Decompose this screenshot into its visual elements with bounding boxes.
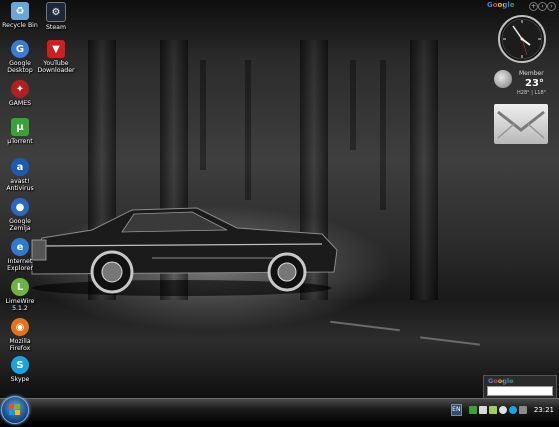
internet-explorer-icon: e	[11, 238, 29, 256]
road-marking	[330, 320, 400, 332]
limewire-icon: L	[11, 278, 29, 296]
utorrent-icon: µ	[11, 118, 29, 136]
add-gadget-button[interactable]: +	[529, 2, 538, 11]
games-icon: ✦	[11, 80, 29, 98]
taskbar: EN 23:21	[0, 396, 559, 424]
weather-location: Member	[519, 70, 544, 77]
road-marking	[420, 336, 480, 346]
recycle-bin-icon: ♻	[11, 2, 29, 20]
desktop-icon-label: avast! Antivirus	[6, 178, 34, 192]
desktop-icon-label: Skype	[10, 376, 30, 383]
desktop-icon-label: GAMES	[8, 100, 32, 107]
google-logo: Google	[488, 377, 514, 385]
desktop-icon-skype[interactable]: S Skype	[0, 356, 40, 383]
desktop-icon-label: LimeWire 5.1.2	[5, 298, 35, 312]
avast-icon: a	[11, 158, 29, 176]
windows-sidebar: Google + ‹ › Member 23° H28° | L18°	[485, 0, 559, 398]
youtube-downloader-icon: ▼	[47, 40, 65, 58]
desktop-icon-label: Mozilla Firefox	[9, 338, 31, 352]
desktop-icon-label: YouTube Downloader	[37, 60, 75, 74]
desktop-icon-google-desktop[interactable]: G Google Desktop	[0, 40, 40, 74]
desktop-icon-limewire[interactable]: L LimeWire 5.1.2	[0, 278, 40, 312]
desktop-icon-steam[interactable]: ⚙ Steam	[36, 2, 76, 31]
language-indicator[interactable]: EN	[450, 404, 462, 416]
weather-high-low: H28° | L18°	[517, 90, 547, 96]
google-search-gadget: Google	[483, 375, 557, 398]
windows-logo-icon	[9, 404, 20, 415]
mail-envelope-icon	[497, 110, 545, 139]
desktop-icon-youtube-downloader[interactable]: ▼ YouTube Downloader	[36, 40, 76, 74]
safely-remove-tray-icon[interactable]	[518, 406, 527, 414]
taskbar-clock[interactable]: 23:21	[534, 406, 554, 414]
google-search-input[interactable]	[487, 386, 553, 396]
weather-gadget[interactable]: Member 23° H28° | L18°	[493, 68, 557, 98]
moon-icon	[494, 70, 512, 88]
system-tray: EN 23:21	[450, 399, 559, 421]
clock-gadget[interactable]	[497, 14, 547, 64]
limewire-tray-icon[interactable]	[488, 406, 497, 414]
desktop-icon-recycle-bin[interactable]: ♻ Recycle Bin	[0, 2, 40, 29]
steam-icon: ⚙	[46, 2, 66, 22]
desktop-icon-label: µTorrent	[7, 138, 33, 145]
desktop-wallpaper: ♻ Recycle Bin ⚙ Steam G Google Desktop ▼…	[0, 0, 559, 398]
prev-gadget-button[interactable]: ‹	[538, 2, 547, 11]
wall-streak	[245, 60, 251, 200]
weather-temperature: 23°	[525, 78, 544, 89]
wall-pillar	[410, 40, 438, 300]
wall-streak	[200, 60, 206, 170]
car-image	[31, 207, 338, 296]
google-earth-icon: ●	[11, 198, 29, 216]
wall-streak	[380, 60, 386, 210]
wall-streak	[350, 60, 356, 150]
desktop-icon-utorrent[interactable]: µ µTorrent	[0, 118, 40, 145]
network-tray-icon[interactable]	[478, 406, 487, 414]
desktop-icon-google-earth[interactable]: ● Google Zemlja	[0, 198, 40, 232]
desktop-icon-internet-explorer[interactable]: e Internet Explorer	[0, 238, 40, 272]
sidebar-top-bar: Google + ‹ ›	[485, 0, 559, 12]
desktop-icon-firefox[interactable]: ◉ Mozilla Firefox	[0, 318, 40, 352]
utorrent-tray-icon[interactable]	[468, 406, 477, 414]
skype-icon: S	[11, 356, 29, 374]
desktop-icon-label: Internet Explorer	[7, 258, 33, 272]
desktop-icon-avast[interactable]: a avast! Antivirus	[0, 158, 40, 192]
desktop-icon-label: Google Desktop	[7, 60, 33, 74]
gmail-gadget[interactable]	[494, 104, 548, 144]
desktop-icon-label: Recycle Bin	[2, 22, 38, 29]
firefox-icon: ◉	[11, 318, 29, 336]
desktop-icon-label: Steam	[46, 24, 66, 31]
skype-tray-icon[interactable]	[508, 406, 517, 414]
volume-tray-icon[interactable]	[498, 406, 507, 414]
next-gadget-button[interactable]: ›	[547, 2, 556, 11]
google-logo: Google	[487, 1, 515, 9]
google-desktop-icon: G	[11, 40, 29, 58]
desktop-icon-label: Google Zemlja	[9, 218, 31, 232]
desktop-icon-games[interactable]: ✦ GAMES	[0, 80, 40, 107]
